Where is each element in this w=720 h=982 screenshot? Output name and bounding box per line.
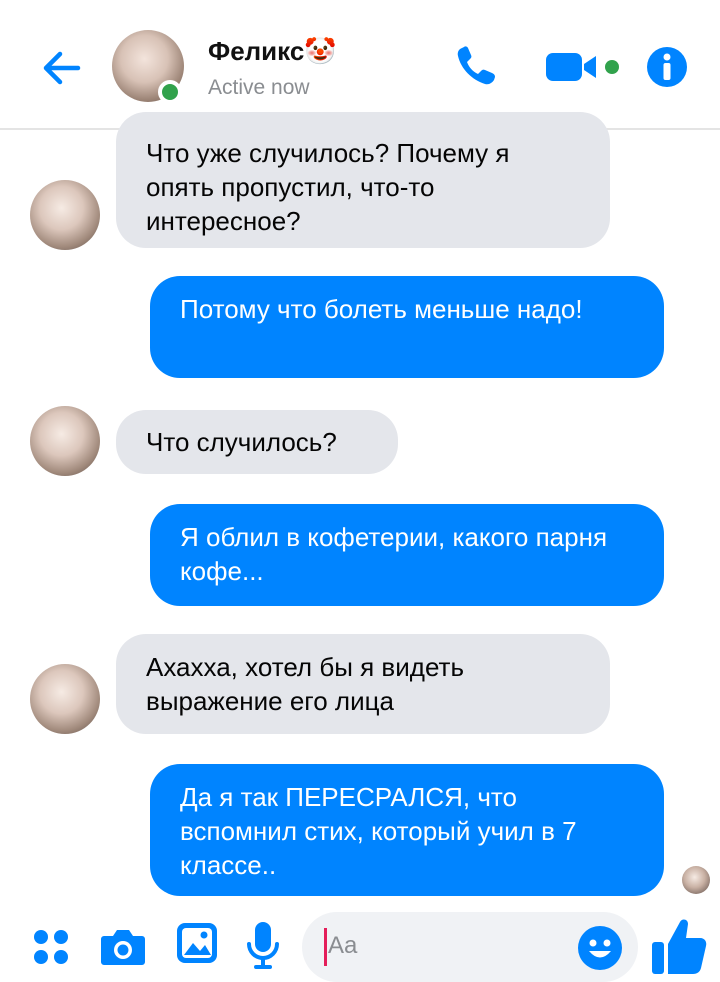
text-caret xyxy=(324,928,327,966)
camera-icon[interactable] xyxy=(100,926,146,966)
phone-icon[interactable] xyxy=(452,42,500,90)
info-icon[interactable] xyxy=(646,46,688,88)
contact-status: Active now xyxy=(208,76,310,99)
sender-avatar[interactable] xyxy=(30,664,100,734)
sender-avatar[interactable] xyxy=(30,406,100,476)
microphone-icon[interactable] xyxy=(246,920,280,972)
message-bubble-outgoing[interactable]: Потому что болеть меньше надо! xyxy=(150,276,664,378)
sender-avatar[interactable] xyxy=(30,180,100,250)
video-camera-icon[interactable] xyxy=(544,50,626,84)
message-bubble-incoming[interactable]: Что случилось? xyxy=(116,410,398,474)
back-arrow-icon[interactable] xyxy=(38,44,86,92)
apps-icon[interactable] xyxy=(32,928,70,966)
composer-bar: Aa xyxy=(0,900,720,982)
conversation-header: Феликс🤡 Active now xyxy=(0,0,720,130)
like-icon[interactable] xyxy=(650,916,708,976)
message-input[interactable]: Aa xyxy=(302,912,638,982)
message-bubble-incoming[interactable]: Что уже случилось? Почему я опять пропус… xyxy=(116,112,610,248)
emoji-icon[interactable] xyxy=(576,924,624,972)
message-bubble-outgoing[interactable]: Я облил в кофетерии, какого парня кофе..… xyxy=(150,504,664,606)
contact-name[interactable]: Феликс🤡 xyxy=(208,36,337,67)
gallery-icon[interactable] xyxy=(176,922,218,964)
message-bubble-outgoing[interactable]: Да я так ПЕРЕСРАЛСЯ, что вспомнил стих, … xyxy=(150,764,664,896)
message-input-placeholder: Aa xyxy=(328,932,358,959)
seen-receipt-avatar xyxy=(682,866,710,894)
message-bubble-incoming[interactable]: Ахахха, хотел бы я видеть выражение его … xyxy=(116,634,610,734)
online-indicator xyxy=(158,80,182,104)
